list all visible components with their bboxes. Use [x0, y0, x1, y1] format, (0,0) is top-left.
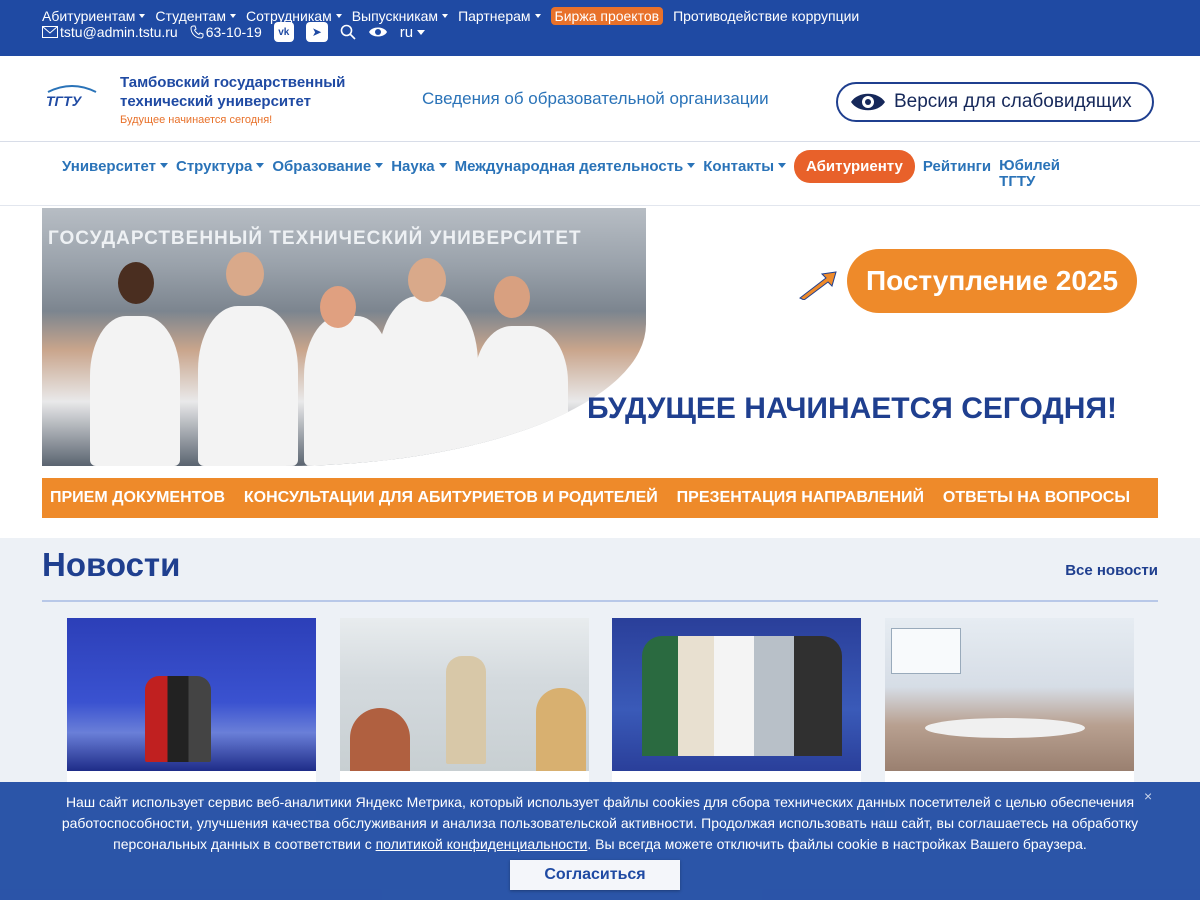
eye-icon: [851, 93, 885, 111]
eye-icon[interactable]: [368, 25, 388, 39]
top-menu-partners[interactable]: Партнерам: [458, 8, 540, 24]
presentation-screen: [891, 628, 961, 674]
link-documents-admission[interactable]: ПРИЕМ ДОКУМЕНТОВ: [50, 489, 225, 507]
low-vision-button[interactable]: Версия для слабовидящих: [836, 82, 1154, 122]
cookie-consent-banner: × Наш сайт использует сервис веб-аналити…: [0, 782, 1200, 900]
audience-figure: [536, 688, 586, 771]
student-head: [494, 276, 530, 318]
link-presentation[interactable]: ПРЕЗЕНТАЦИЯ НАПРАВЛЕНИЙ: [677, 489, 924, 507]
envelope-icon: [42, 26, 58, 38]
student-head: [118, 262, 154, 304]
student-head: [226, 252, 264, 296]
speaker-figure: [446, 656, 486, 764]
telegram-icon[interactable]: ➤: [305, 22, 328, 42]
news-card-image: [340, 618, 589, 771]
news-card-image: [885, 618, 1134, 771]
accept-cookies-button[interactable]: Согласиться: [510, 860, 680, 890]
building-sign: ГОСУДАРСТВЕННЫЙ ТЕХНИЧЕСКИЙ УНИВЕРСИТЕТ: [48, 228, 582, 249]
chevron-down-icon: [417, 29, 426, 35]
nav-science[interactable]: Наука: [391, 150, 446, 183]
student-head: [408, 258, 446, 302]
privacy-policy-link[interactable]: политикой конфиденциальности: [376, 836, 588, 852]
link-faq[interactable]: ОТВЕТЫ НА ВОПРОСЫ: [943, 489, 1130, 507]
org-info-link[interactable]: Сведения об образовательной организации: [422, 89, 769, 109]
banner-slogan: БУДУЩЕЕ НАЧИНАЕТСЯ СЕГОДНЯ!: [587, 392, 1118, 425]
phone-icon: [190, 25, 204, 39]
student-figure: [378, 296, 478, 466]
university-name-line2: технический университет: [120, 93, 311, 110]
search-icon[interactable]: [340, 24, 356, 40]
admission-quick-links: ПРИЕМ ДОКУМЕНТОВ КОНСУЛЬТАЦИИ ДЛЯ АБИТУР…: [42, 478, 1158, 518]
main-navigation: Университет Структура Образование Наука …: [0, 142, 1200, 206]
news-card-image: [67, 618, 316, 771]
students-photo: ГОСУДАРСТВЕННЫЙ ТЕХНИЧЕСКИЙ УНИВЕРСИТЕТ: [42, 208, 646, 466]
cookie-text-after: . Вы всегда можете отключить файлы cooki…: [587, 836, 1087, 852]
email-text: tstu@admin.tstu.ru: [60, 24, 178, 40]
vk-icon[interactable]: vk: [273, 22, 294, 42]
arrow-icon: [799, 271, 837, 300]
nav-education[interactable]: Образование: [272, 150, 383, 183]
stage-figures: [145, 676, 211, 762]
student-figure: [474, 326, 568, 466]
admission-2025-badge[interactable]: Поступление 2025: [847, 249, 1137, 313]
email-link[interactable]: tstu@admin.tstu.ru: [42, 24, 178, 40]
winners-group: [642, 636, 842, 756]
site-header: ТГТУ Тамбовский государственный техничес…: [0, 56, 1200, 142]
language-value: ru: [399, 23, 414, 41]
audience-figure: [350, 708, 410, 771]
top-utility-bar: Абитуриентам Студентам Сотрудникам Выпус…: [0, 0, 1200, 56]
admission-banner[interactable]: ГОСУДАРСТВЕННЫЙ ТЕХНИЧЕСКИЙ УНИВЕРСИТЕТ …: [42, 208, 1158, 472]
cookie-message: Наш сайт использует сервис веб-аналитики…: [40, 792, 1160, 855]
all-news-link[interactable]: Все новости: [1065, 562, 1158, 579]
anticorruption-link[interactable]: Противодействие коррупции: [673, 8, 859, 24]
nav-jubilee[interactable]: Юбилей ТГТУ: [999, 150, 1069, 198]
phone-text: 63-10-19: [205, 24, 262, 40]
nav-structure[interactable]: Структура: [176, 150, 264, 183]
university-logo[interactable]: ТГТУ: [44, 78, 100, 118]
university-name-line1: Тамбовский государственный: [120, 74, 346, 91]
student-figure: [198, 306, 298, 466]
nav-contacts[interactable]: Контакты: [703, 150, 786, 183]
nav-ratings[interactable]: Рейтинги: [923, 150, 991, 183]
student-figure: [90, 316, 180, 466]
projects-exchange-link[interactable]: Биржа проектов: [550, 7, 664, 25]
logo-text: ТГТУ: [46, 93, 83, 109]
news-divider: [42, 600, 1158, 602]
nav-international[interactable]: Международная деятельность: [455, 150, 696, 183]
phone-link[interactable]: 63-10-19: [190, 24, 262, 40]
contacts-row: tstu@admin.tstu.ru 63-10-19 vk ➤ ru: [42, 22, 426, 42]
conference-table: [925, 718, 1085, 738]
nav-university[interactable]: Университет: [62, 150, 168, 183]
university-name[interactable]: Тамбовский государственный технический у…: [120, 73, 345, 111]
student-head: [320, 286, 356, 328]
news-heading: Новости: [42, 546, 181, 583]
university-slogan: Будущее начинается сегодня!: [120, 114, 273, 126]
news-card-image: [612, 618, 861, 771]
language-select[interactable]: ru: [399, 23, 426, 41]
nav-applicant-button[interactable]: Абитуриенту: [794, 150, 915, 183]
low-vision-label: Версия для слабовидящих: [894, 91, 1132, 112]
link-consultations[interactable]: КОНСУЛЬТАЦИИ ДЛЯ АБИТУРИЕТОВ И РОДИТЕЛЕЙ: [244, 489, 658, 507]
